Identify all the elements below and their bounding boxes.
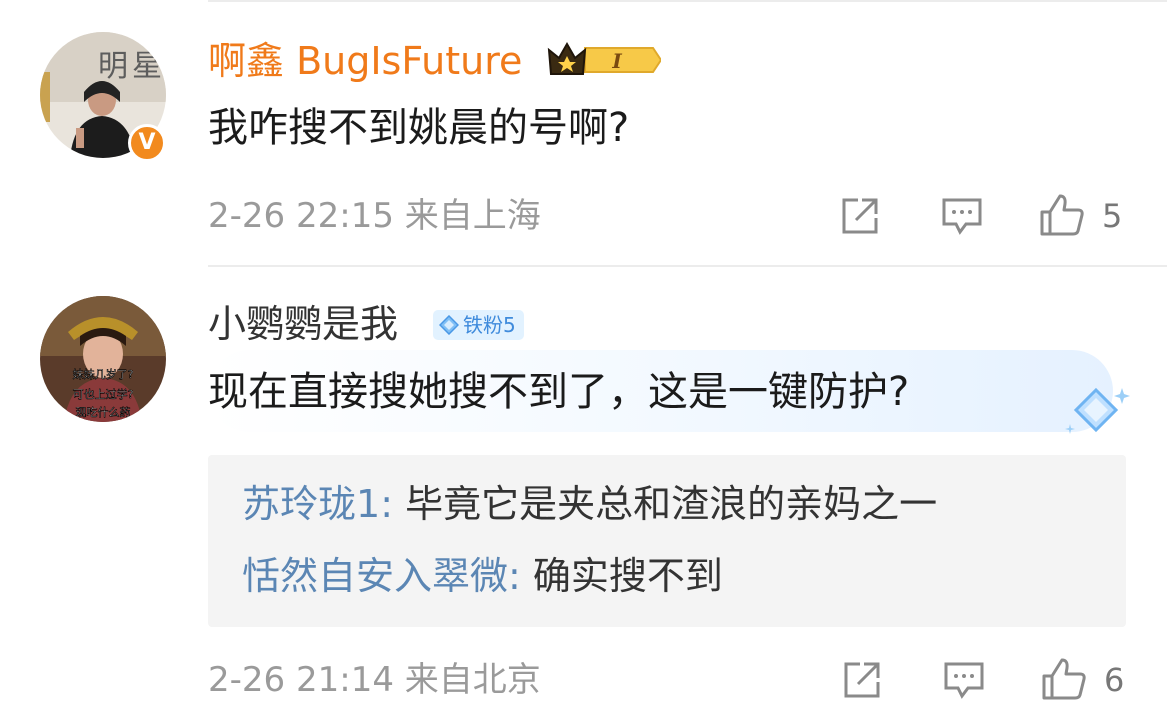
fan-badge[interactable]: 铁粉5 <box>433 310 524 340</box>
fan-badge-label: 铁粉5 <box>463 313 516 337</box>
avatar-caption: 现吃什么药 <box>76 406 131 419</box>
comment-username[interactable]: 小鹦鹦是我 <box>208 301 398 347</box>
reply-colon: : <box>380 482 406 526</box>
reply-text: 确实搜不到 <box>532 554 723 598</box>
comment-text: 我咋搜不到姚晨的号啊? <box>208 105 630 151</box>
avatar-caption: 妹妹几岁了? <box>73 367 134 381</box>
comment-icon[interactable] <box>940 194 984 242</box>
comment-time: 2-26 21:14 <box>208 660 394 700</box>
avatar-xiaoyingying[interactable]: 妹妹几岁了? 可也上过学? 现吃什么药 <box>40 296 166 422</box>
avatar-art-char: 明 <box>98 49 128 84</box>
comment-username[interactable]: 啊鑫 BugIsFuture <box>208 38 522 84</box>
comment-icon[interactable] <box>942 658 986 706</box>
avatar-caption: 可也上过学? <box>73 387 134 401</box>
reply-user[interactable]: 苏玲珑1 <box>242 482 380 526</box>
user-level-text: I <box>611 49 622 73</box>
avatar-art-char: 星 <box>132 49 162 84</box>
share-icon[interactable] <box>838 194 882 242</box>
verified-badge-icon: V <box>128 124 166 162</box>
reply-text: 毕竟它是夹总和渣浪的亲妈之一 <box>405 482 938 526</box>
like-icon[interactable] <box>1040 656 1088 706</box>
reply-preview-box[interactable]: 苏玲珑1: 毕竟它是夹总和渣浪的亲妈之一 恬然自安入翠微: 确实搜不到 <box>208 455 1126 627</box>
like-count: 6 <box>1104 661 1125 699</box>
comment-divider <box>208 265 1167 267</box>
top-divider <box>208 0 1167 2</box>
reply-item[interactable]: 恬然自安入翠微: 确实搜不到 <box>242 553 723 599</box>
reply-colon: : <box>508 554 533 598</box>
like-count: 5 <box>1102 197 1123 235</box>
comment-text: 现在直接搜她搜不到了，这是一键防护? <box>208 369 910 415</box>
diamond-icon <box>439 315 459 335</box>
diamond-decoration-icon <box>1062 384 1138 448</box>
comment-location: 来自上海 <box>404 196 541 236</box>
comment-meta: 2-26 22:15 来自上海 <box>208 196 541 236</box>
comment-time: 2-26 22:15 <box>208 196 394 236</box>
share-icon[interactable] <box>840 658 884 706</box>
comment-meta: 2-26 21:14 来自北京 <box>208 660 541 700</box>
crown-icon[interactable]: I <box>545 40 663 84</box>
comment-location: 来自北京 <box>404 660 541 700</box>
reply-user[interactable]: 恬然自安入翠微 <box>242 554 508 598</box>
like-icon[interactable] <box>1038 192 1086 242</box>
reply-item[interactable]: 苏玲珑1: 毕竟它是夹总和渣浪的亲妈之一 <box>242 481 937 527</box>
